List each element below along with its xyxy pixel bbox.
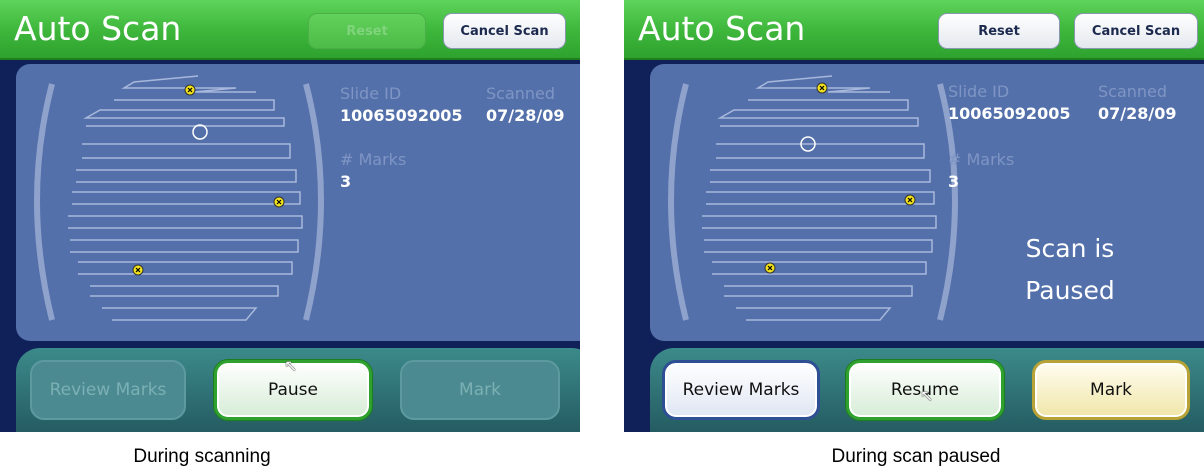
app-title: Auto Scan [14,9,182,48]
scan-paused-line-1: Scan is [1025,234,1115,263]
mark-x-icon [184,84,196,96]
right-bracket [303,83,324,321]
reset-button[interactable]: Reset [938,13,1060,49]
marks-count-label: # Marks [948,150,1015,169]
reset-button[interactable]: Reset [308,13,426,49]
scanned-label: Scanned [1098,82,1168,101]
caption-scanning: During scanning [133,446,271,467]
mark-x-icon [764,262,776,274]
caption-paused: During scan paused [831,446,1001,467]
mark-button[interactable]: Mark [400,360,560,420]
scanned-label: Scanned [486,84,556,103]
mouse-pointer-icon: ↖ [284,358,298,375]
title-bar: Auto Scan Reset Cancel Scan [0,0,580,60]
left-bracket [668,83,689,321]
mouse-pointer-icon: ↖ [920,388,934,405]
auto-scan-screen-scanning: Auto Scan Reset Cancel Scan Slide ID 100… [0,0,580,432]
review-marks-button[interactable]: Review Marks [662,360,820,420]
scan-path [702,75,937,321]
slide-id-value: 10065092005 [340,106,463,125]
scan-path [68,75,303,321]
slide-id-label: Slide ID [340,84,402,103]
marks-count-value: 3 [340,172,352,191]
action-bar: Review Marks Resume Mark ↖ [650,348,1204,432]
marks-count-label: # Marks [340,150,407,169]
cancel-scan-button[interactable]: Cancel Scan [1074,13,1198,49]
left-bracket [34,83,55,321]
title-bar: Auto Scan Reset Cancel Scan [624,0,1204,60]
scan-paused-message: Scan is Paused [1000,228,1140,312]
cancel-scan-button[interactable]: Cancel Scan [443,13,566,49]
mark-x-icon [273,196,285,208]
mark-x-icon [904,194,916,206]
review-marks-button[interactable]: Review Marks [30,360,186,420]
scan-position-marker-icon [192,124,208,140]
scanned-value: 07/28/09 [1098,104,1177,123]
mark-button[interactable]: Mark [1032,360,1190,420]
marks-count-value: 3 [948,172,960,191]
scan-paused-line-2: Paused [1025,276,1115,305]
slide-id-label: Slide ID [948,82,1010,101]
scanned-value: 07/28/09 [486,106,565,125]
scan-content-area: Slide ID 10065092005 Scanned 07/28/09 # … [16,64,580,341]
mark-x-icon [132,264,144,276]
action-bar: Review Marks Pause Mark ↖ [16,348,580,432]
auto-scan-screen-paused: Auto Scan Reset Cancel Scan Slide ID 100… [624,0,1204,432]
slide-id-value: 10065092005 [948,104,1071,123]
mark-x-icon [816,82,828,94]
app-title: Auto Scan [638,9,806,48]
scan-content-area: Slide ID 10065092005 Scanned 07/28/09 # … [650,64,1204,341]
